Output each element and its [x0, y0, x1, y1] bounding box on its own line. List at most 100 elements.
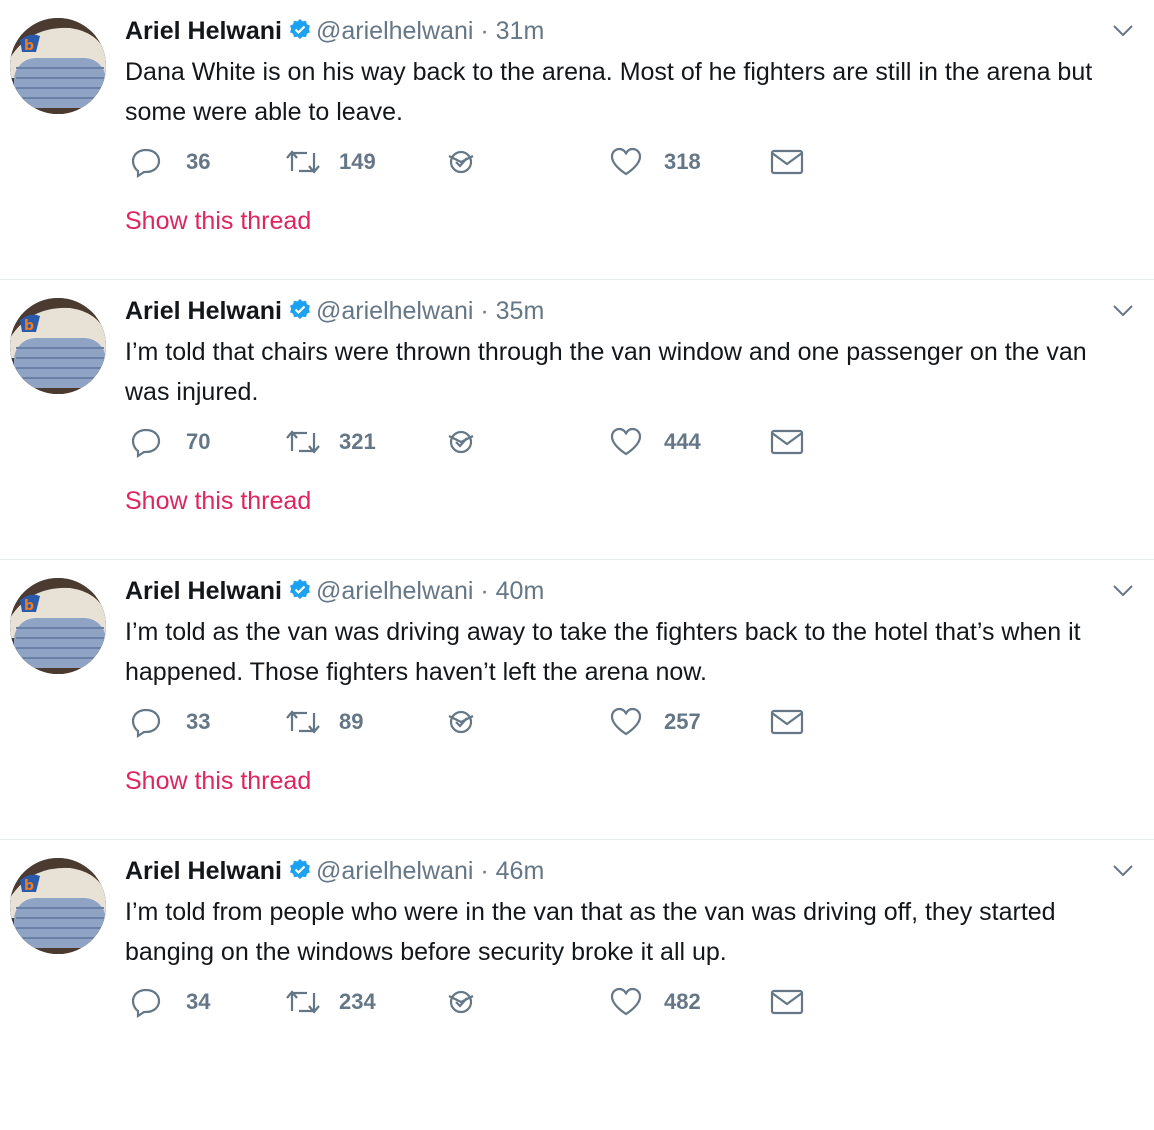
like-button[interactable]: 318 — [610, 144, 701, 180]
like-button[interactable]: 482 — [610, 984, 701, 1020]
reply-count: 70 — [186, 429, 211, 454]
verified-badge-icon — [288, 297, 312, 331]
moderation-icon — [445, 706, 477, 738]
like-button[interactable]: 257 — [610, 704, 701, 740]
like-count: 318 — [664, 149, 701, 174]
moderation-icon — [445, 426, 477, 458]
reply-count: 34 — [186, 989, 211, 1014]
separator-dot: · — [480, 857, 489, 885]
author-name[interactable]: Ariel Helwani — [125, 17, 282, 45]
tweet-actions: 36 149 318 — [130, 144, 830, 180]
tweet-actions: 34 234 482 — [130, 984, 830, 1020]
separator-dot: · — [480, 17, 489, 45]
svg-text:b: b — [24, 878, 34, 894]
retweet-button[interactable]: 149 — [285, 144, 376, 180]
svg-text:b: b — [24, 38, 34, 54]
chevron-down-icon[interactable] — [1112, 584, 1134, 603]
heart-icon — [610, 707, 642, 737]
heart-icon — [610, 427, 642, 457]
show-thread-link[interactable]: Show this thread — [125, 484, 311, 518]
envelope-icon — [770, 428, 804, 456]
tweet[interactable]: b Ariel Helwani @arielhelwani · 31m Dana … — [0, 0, 1154, 280]
direct-message-button[interactable] — [770, 984, 804, 1020]
reply-count: 33 — [186, 709, 211, 734]
direct-message-button[interactable] — [770, 424, 804, 460]
direct-message-button[interactable] — [770, 144, 804, 180]
retweet-count: 89 — [339, 709, 364, 734]
author-handle[interactable]: @arielhelwani — [316, 17, 473, 45]
retweet-icon — [285, 987, 321, 1017]
timestamp[interactable]: 31m — [496, 17, 545, 45]
tweet-actions: 70 321 444 — [130, 424, 830, 460]
verified-badge-icon — [288, 857, 312, 891]
verified-badge-icon — [288, 17, 312, 51]
tweet-feed: b Ariel Helwani @arielhelwani · 31m Dana … — [0, 0, 1154, 1130]
reply-button[interactable]: 33 — [130, 704, 210, 740]
tweet-text: I’m told that chairs were thrown through… — [125, 338, 1087, 406]
avatar[interactable]: b — [10, 18, 106, 114]
retweet-button[interactable]: 89 — [285, 704, 363, 740]
show-thread-link[interactable]: Show this thread — [125, 204, 311, 238]
retweet-button[interactable]: 321 — [285, 424, 376, 460]
avatar[interactable]: b — [10, 578, 106, 674]
tweet[interactable]: b Ariel Helwani @arielhelwani · 46m I’m t… — [0, 840, 1154, 1130]
author-handle[interactable]: @arielhelwani — [316, 577, 473, 605]
chevron-down-icon[interactable] — [1112, 24, 1134, 43]
retweet-icon — [285, 427, 321, 457]
verified-badge-icon — [288, 577, 312, 611]
envelope-icon — [770, 988, 804, 1016]
moderation-icon — [445, 146, 477, 178]
author-name[interactable]: Ariel Helwani — [125, 577, 282, 605]
chevron-down-icon[interactable] — [1112, 864, 1134, 883]
heart-icon — [610, 987, 642, 1017]
author-name[interactable]: Ariel Helwani — [125, 297, 282, 325]
separator-dot: · — [480, 297, 489, 325]
timestamp[interactable]: 40m — [496, 577, 545, 605]
direct-message-button[interactable] — [770, 704, 804, 740]
svg-text:b: b — [24, 598, 34, 614]
author-handle[interactable]: @arielhelwani — [316, 297, 473, 325]
reply-count: 36 — [186, 149, 211, 174]
tweet-actions: 33 89 257 — [130, 704, 830, 740]
moderation-button[interactable] — [445, 144, 477, 180]
reply-icon — [130, 146, 162, 178]
retweet-count: 234 — [339, 989, 376, 1014]
retweet-count: 149 — [339, 149, 376, 174]
chevron-down-icon[interactable] — [1112, 304, 1134, 323]
reply-button[interactable]: 36 — [130, 144, 210, 180]
separator-dot: · — [480, 577, 489, 605]
moderation-icon — [445, 986, 477, 1018]
tweet[interactable]: b Ariel Helwani @arielhelwani · 35m I’m t… — [0, 280, 1154, 560]
tweet-text: I’m told from people who were in the van… — [125, 898, 1056, 966]
tweet-header: Ariel Helwani @arielhelwani · 46m — [125, 854, 544, 891]
moderation-button[interactable] — [445, 984, 477, 1020]
like-button[interactable]: 444 — [610, 424, 701, 460]
moderation-button[interactable] — [445, 704, 477, 740]
reply-button[interactable]: 34 — [130, 984, 210, 1020]
tweet-text: I’m told as the van was driving away to … — [125, 618, 1081, 686]
tweet[interactable]: b Ariel Helwani @arielhelwani · 40m I’m t… — [0, 560, 1154, 840]
heart-icon — [610, 147, 642, 177]
show-thread-link[interactable]: Show this thread — [125, 764, 311, 798]
avatar[interactable]: b — [10, 858, 106, 954]
tweet-header: Ariel Helwani @arielhelwani · 35m — [125, 294, 544, 331]
timestamp[interactable]: 46m — [496, 857, 545, 885]
author-name[interactable]: Ariel Helwani — [125, 857, 282, 885]
like-count: 257 — [664, 709, 701, 734]
moderation-button[interactable] — [445, 424, 477, 460]
retweet-button[interactable]: 234 — [285, 984, 376, 1020]
timestamp[interactable]: 35m — [496, 297, 545, 325]
tweet-header: Ariel Helwani @arielhelwani · 31m — [125, 14, 544, 51]
envelope-icon — [770, 148, 804, 176]
reply-button[interactable]: 70 — [130, 424, 210, 460]
tweet-header: Ariel Helwani @arielhelwani · 40m — [125, 574, 544, 611]
author-handle[interactable]: @arielhelwani — [316, 857, 473, 885]
retweet-icon — [285, 707, 321, 737]
retweet-icon — [285, 147, 321, 177]
reply-icon — [130, 706, 162, 738]
avatar[interactable]: b — [10, 298, 106, 394]
tweet-text: Dana White is on his way back to the are… — [125, 58, 1093, 126]
envelope-icon — [770, 708, 804, 736]
reply-icon — [130, 426, 162, 458]
svg-text:b: b — [24, 318, 34, 334]
